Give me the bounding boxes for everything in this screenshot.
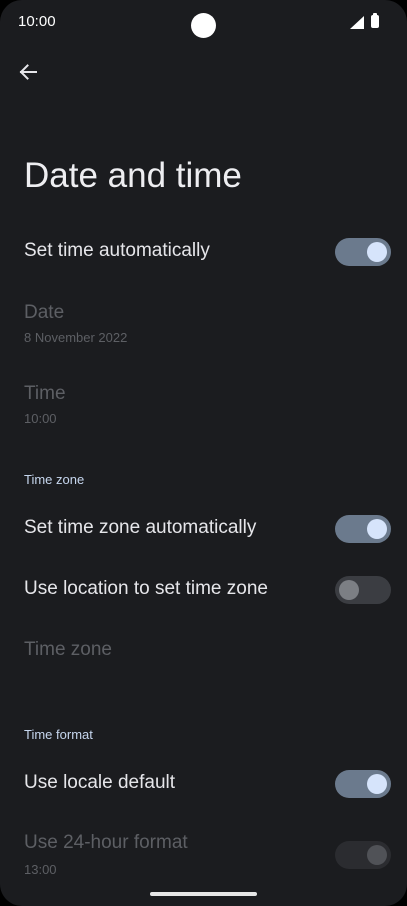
switch-thumb xyxy=(367,242,387,262)
set-time-zone-automatically-label: Set time zone automatically xyxy=(24,517,257,538)
time-row[interactable]: Time 10:00 xyxy=(0,371,407,437)
set-time-zone-automatically-switch[interactable] xyxy=(335,515,391,543)
use-locale-default-label: Use locale default xyxy=(24,772,176,793)
switch-thumb xyxy=(339,580,359,600)
use-24-hour-switch[interactable] xyxy=(335,841,391,869)
use-locale-default-switch[interactable] xyxy=(335,770,391,798)
use-24-hour-row[interactable]: Use 24-hour format 13:00 xyxy=(0,820,407,882)
set-time-automatically-label: Set time automatically xyxy=(24,240,210,261)
use-location-switch[interactable] xyxy=(335,576,391,604)
set-time-automatically-switch[interactable] xyxy=(335,238,391,266)
signal-icon xyxy=(350,16,364,29)
status-bar: 10:00 xyxy=(0,0,407,44)
home-indicator[interactable] xyxy=(150,892,257,896)
use-24-hour-label: Use 24-hour format xyxy=(24,832,188,853)
status-time: 10:00 xyxy=(18,13,56,30)
time-value: 10:00 xyxy=(24,411,57,426)
use-locale-default-row[interactable]: Use locale default xyxy=(0,756,407,812)
switch-thumb xyxy=(367,774,387,794)
switch-thumb xyxy=(367,519,387,539)
settings-screen: 10:00 Date and time Set time automatical… xyxy=(0,0,407,906)
time-label: Time xyxy=(24,383,66,404)
set-time-automatically-row[interactable]: Set time automatically xyxy=(0,224,407,280)
time-zone-section-header: Time zone xyxy=(24,472,85,487)
back-button[interactable] xyxy=(12,56,44,88)
arrow-back-icon xyxy=(19,64,37,80)
time-format-section-header: Time format xyxy=(24,727,93,742)
time-zone-row[interactable]: Time zone xyxy=(0,624,407,680)
use-location-label: Use location to set time zone xyxy=(24,578,268,599)
front-camera xyxy=(191,13,216,38)
time-zone-label: Time zone xyxy=(24,639,112,660)
page-title: Date and time xyxy=(24,156,242,195)
use-location-row[interactable]: Use location to set time zone xyxy=(0,562,407,618)
battery-icon xyxy=(371,13,379,28)
switch-thumb xyxy=(367,845,387,865)
date-label: Date xyxy=(24,302,65,323)
use-24-hour-example: 13:00 xyxy=(24,862,57,877)
date-value: 8 November 2022 xyxy=(24,330,128,345)
set-time-zone-automatically-row[interactable]: Set time zone automatically xyxy=(0,501,407,557)
date-row[interactable]: Date 8 November 2022 xyxy=(0,290,407,356)
